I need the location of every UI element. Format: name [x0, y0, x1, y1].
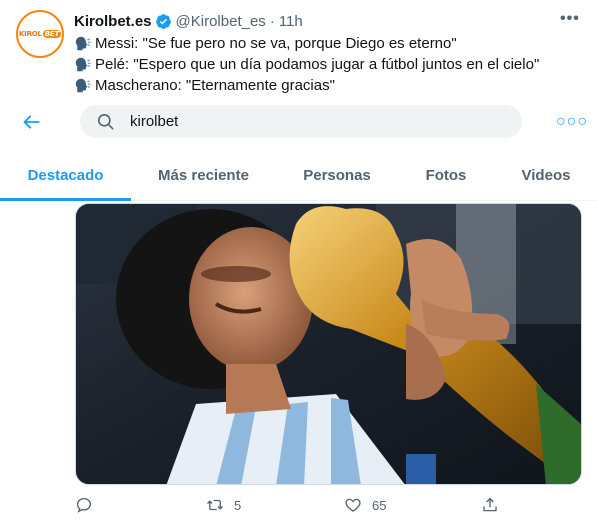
separator-dot: ·	[269, 12, 275, 30]
search-input[interactable]	[130, 113, 490, 130]
tweet-line: Mascherano: "Eternamente gracias"	[74, 75, 594, 96]
tweet-line-text: Pelé: "Espero que un día podamos jugar a…	[95, 56, 540, 73]
tab-label: Personas	[303, 166, 371, 184]
tweet-line-text: Mascherano: "Eternamente gracias"	[95, 77, 335, 94]
tab-destacado[interactable]: Destacado	[0, 150, 131, 200]
like-count: 65	[372, 497, 387, 513]
retweet-count: 5	[234, 497, 242, 513]
tweet-photo[interactable]	[75, 203, 582, 485]
timestamp[interactable]: 11h	[279, 13, 303, 30]
tab-label: Destacado	[27, 166, 104, 184]
tab-label: Más reciente	[158, 166, 249, 184]
share-button[interactable]	[481, 496, 509, 514]
speaking-head-icon	[75, 78, 91, 92]
logo-text: KIROL BET	[18, 30, 62, 38]
tab-mas-reciente[interactable]: Más reciente	[131, 150, 276, 200]
tweet-author-row: Kirolbet.es @Kirolbet_es · 11h	[74, 11, 303, 31]
active-tab-indicator	[0, 198, 131, 201]
tweet-line: Pelé: "Espero que un día podamos jugar a…	[74, 54, 594, 75]
reply-icon	[76, 497, 92, 513]
tweet-line-text: Messi: "Se fue pero no se va, porque Die…	[95, 35, 457, 52]
reply-button[interactable]	[75, 496, 103, 514]
speaking-head-icon	[75, 36, 91, 50]
tab-videos[interactable]: Videos	[494, 150, 598, 200]
photo-icon	[76, 204, 581, 484]
search-box[interactable]	[80, 105, 522, 138]
more-horizontal-icon[interactable]: •••	[560, 10, 580, 28]
avatar[interactable]: KIROL BET	[16, 10, 64, 58]
more-horizontal-icon[interactable]: ○○○	[556, 113, 588, 131]
tab-personas[interactable]: Personas	[276, 150, 398, 200]
back-arrow-icon[interactable]	[20, 111, 42, 133]
retweet-button[interactable]: 5	[206, 496, 241, 514]
retweet-icon	[207, 499, 223, 511]
kirolbet-logo: KIROL BET	[18, 14, 62, 54]
tweet-line: Messi: "Se fue pero no se va, porque Die…	[74, 33, 594, 54]
tweet-header: KIROL BET Kirolbet.es @Kirolbet_es · 11h …	[0, 0, 598, 96]
speaking-head-icon	[75, 57, 91, 71]
tab-fotos[interactable]: Fotos	[398, 150, 494, 200]
verified-badge-icon	[155, 13, 171, 29]
tweet-actions: 5 65	[0, 492, 598, 522]
display-name[interactable]: Kirolbet.es	[74, 13, 152, 30]
heart-icon	[345, 498, 361, 512]
search-icon	[97, 113, 114, 130]
search-header: ○○○	[0, 99, 598, 147]
search-tabs: Destacado Más reciente Personas Fotos Vi…	[0, 150, 598, 201]
tab-label: Fotos	[425, 166, 467, 184]
tweet-text: Messi: "Se fue pero no se va, porque Die…	[74, 33, 594, 96]
handle[interactable]: @Kirolbet_es	[176, 13, 266, 30]
tab-label: Videos	[521, 166, 571, 184]
share-icon	[483, 497, 497, 512]
like-button[interactable]: 65	[344, 496, 386, 514]
